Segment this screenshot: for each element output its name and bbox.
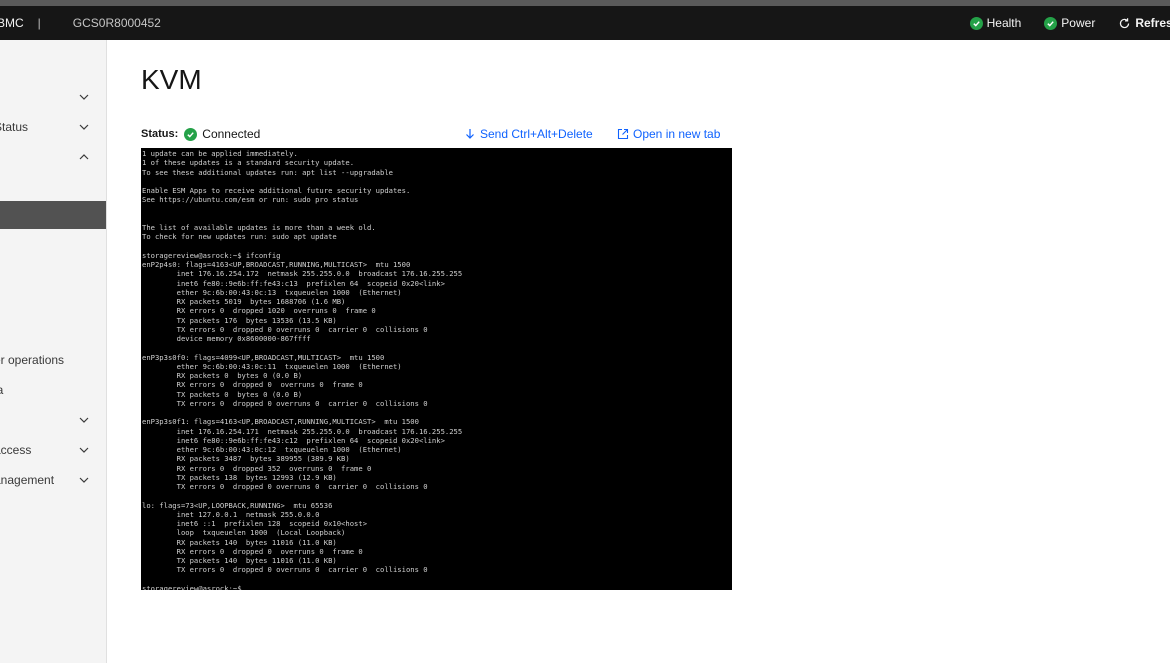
sidebar-item-label: access (0, 443, 32, 457)
brand-area: BMC | GCS0R8000452 (0, 6, 161, 40)
sidebar-subitem-kvm-active[interactable] (0, 201, 106, 229)
launch-icon (617, 128, 629, 140)
chevron-down-icon (79, 447, 89, 453)
sidebar-item-access[interactable]: access (0, 435, 106, 465)
sidebar-subitem-1[interactable]: k (0, 171, 106, 201)
refresh-button[interactable]: Refresh (1118, 16, 1170, 30)
sidebar-item-label: ia (0, 383, 3, 397)
page-title: KVM (141, 64, 202, 95)
power-status-button[interactable]: Power (1044, 16, 1095, 30)
sidebar-subitem-4[interactable]: t (0, 285, 106, 315)
server-hostname: GCS0R8000452 (72, 16, 161, 30)
status-label: Status: (141, 128, 179, 140)
sidebar-item-management[interactable]: anagement (0, 465, 106, 495)
status-value: Connected (202, 127, 261, 141)
header-status-area: Health Power Refresh (947, 6, 1170, 40)
check-circle-icon (1044, 16, 1058, 30)
sidebar-item-server-power-operations[interactable]: er operations (0, 345, 106, 375)
power-label: Power (1061, 16, 1096, 30)
app-name[interactable]: BMC (0, 16, 24, 30)
console-text: 1 update can be applied immediately. 1 o… (142, 149, 463, 590)
open-tab-label: Open in new tab (633, 127, 721, 141)
chevron-up-icon (79, 154, 89, 160)
sidebar-item-status[interactable]: Status (0, 112, 106, 142)
kvm-console-screen[interactable]: 1 update can be applied immediately. 1 o… (141, 148, 732, 590)
chevron-down-icon (79, 417, 89, 423)
sidebar-item-1[interactable] (0, 82, 106, 112)
health-status-button[interactable]: Health (969, 16, 1022, 30)
chevron-down-icon (79, 124, 89, 130)
console-output: 1 update can be applied immediately. 1 o… (142, 149, 732, 590)
sidebar-subitem-5[interactable] (0, 315, 106, 345)
health-label: Health (986, 16, 1022, 30)
sidebar-item-label: anagement (0, 473, 55, 487)
refresh-icon (1120, 17, 1130, 28)
sidebar-item-label: er operations (0, 353, 65, 367)
sidebar-item-label: Status (0, 120, 29, 134)
check-circle-icon (969, 16, 983, 30)
header-separator: | (37, 16, 41, 30)
chevron-down-icon (79, 477, 89, 483)
send-cad-label: Send Ctrl+Alt+Delete (480, 127, 593, 141)
kvm-status: Status: Connected (141, 127, 260, 141)
check-circle-icon (184, 127, 198, 141)
sidebar-item-3[interactable] (0, 142, 106, 172)
app-header: BMC | GCS0R8000452 Health Power Refresh (0, 6, 1170, 40)
sidebar-subitem-3[interactable] (0, 230, 106, 260)
sidebar-nav: Status k t er operations ia access anage… (0, 40, 107, 663)
sidebar-item-11[interactable] (0, 405, 106, 435)
arrow-down-icon (466, 129, 474, 139)
refresh-label: Refresh (1135, 16, 1170, 30)
sidebar-item-virtual-media[interactable]: ia (0, 375, 106, 405)
open-in-new-tab-button[interactable]: Open in new tab (617, 127, 720, 141)
chevron-down-icon (79, 94, 89, 100)
send-ctrl-alt-delete-button[interactable]: Send Ctrl+Alt+Delete (464, 127, 593, 141)
